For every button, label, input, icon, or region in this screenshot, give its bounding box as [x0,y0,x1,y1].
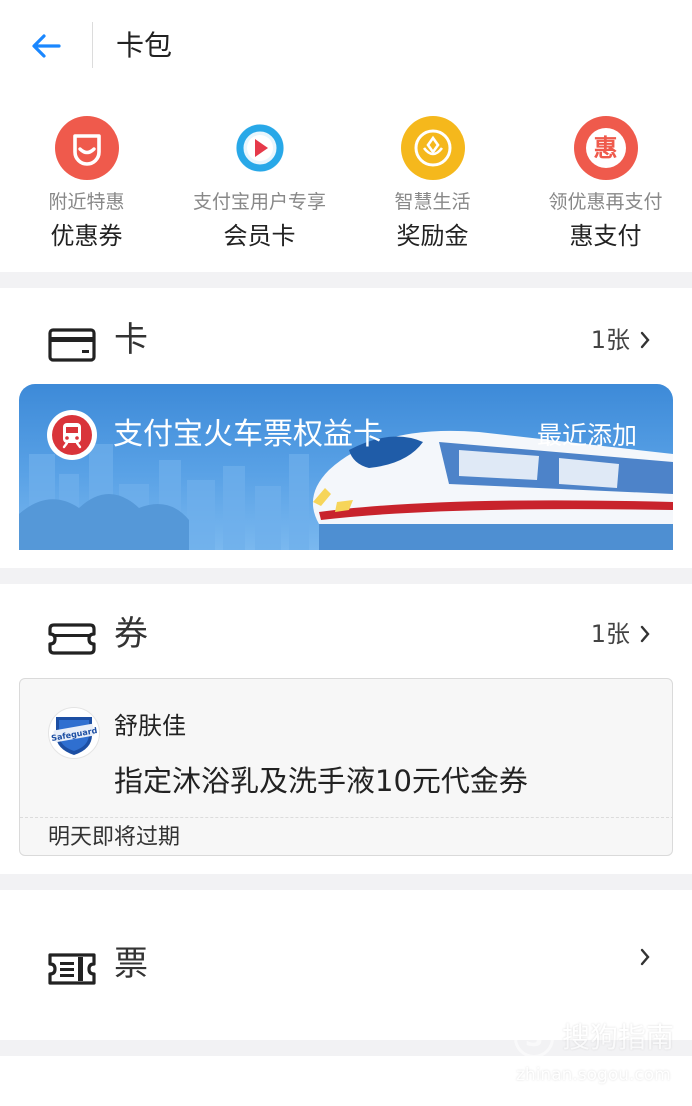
train-illustration [19,430,673,550]
train-card-name: 支付宝火车票权益卡 [113,417,383,452]
hui-badge-icon: 惠 [573,116,638,180]
quick-entry-label: 惠支付 [569,222,642,250]
ticket-icon [48,953,96,985]
quick-entry-hui-pay[interactable]: 惠 领优惠再支付 惠支付 [519,112,692,262]
coupons-section-header[interactable]: 券 1张 [0,604,692,664]
quick-entry-subtitle: 领优惠再支付 [548,191,663,213]
chevron-right-icon [640,948,650,966]
watermark-text: 搜狗指南 [562,1021,675,1054]
chevron-right-icon [640,331,650,349]
train-icon [47,410,97,460]
quick-entry-label: 会员卡 [223,222,296,250]
coupons-count-label: 1张 [590,620,630,648]
safeguard-logo: Safeguard [48,707,100,759]
quick-entry-rewards[interactable]: 智慧生活 奖励金 [346,112,519,262]
arrow-left-icon [32,34,61,58]
coupon-description: 指定沐浴乳及洗手液10元代金券 [114,764,528,798]
cards-section-header[interactable]: 卡 1张 [0,310,692,370]
coupon-separator [20,817,672,818]
coupon-expiry: 明天即将过期 [48,825,181,850]
cards-section-title: 卡 [114,320,148,360]
page-title: 卡包 [116,29,173,62]
quick-entry-label: 优惠券 [50,222,123,250]
coupon-card[interactable]: Safeguard 舒肤佳 指定沐浴乳及洗手液10元代金券 明天即将过期 [19,678,673,856]
watermark: S 搜狗指南 zhinan.sogou.com [512,1014,675,1094]
tickets-section-title: 票 [114,944,148,984]
tickets-section-header[interactable]: 票 [0,934,692,994]
coupons-count: 1张 [591,618,650,650]
chevron-right-icon [640,625,650,643]
sogou-logo-icon: S [514,1018,554,1058]
quick-entries: 附近特惠 优惠券 支付宝用户专享 会员卡 智慧生活 奖励金 惠 领优惠再支付 惠… [0,112,692,262]
watermark-url: zhinan.sogou.com [516,1065,671,1085]
flower-coin-icon [400,116,465,180]
tickets-arrow [640,948,650,966]
cards-count-label: 1张 [590,326,630,354]
cards-count: 1张 [591,324,650,356]
quick-entry-label: 奖励金 [396,222,469,250]
header: 卡包 附近特惠 优惠券 支付宝用户专享 会员卡 智慧生活 奖励金 惠 领优惠再支… [0,0,692,272]
coupon-icon [48,623,96,655]
coupons-section-title: 券 [114,614,148,654]
play-circle-icon [227,116,292,180]
quick-entry-subtitle: 支付宝用户专享 [192,191,326,213]
train-ticket-card[interactable]: 支付宝火车票权益卡 最近添加 [19,384,673,550]
smile-bag-icon [54,116,119,180]
card-icon [48,328,96,362]
quick-entry-membership[interactable]: 支付宝用户专享 会员卡 [173,112,346,262]
cards-panel: 卡 1张 支付宝火车票权益卡 最近添加 [0,288,692,568]
quick-entry-subtitle: 附近特惠 [48,191,125,213]
coupons-panel: 券 1张 Safeguard 舒肤佳 指定沐浴乳及洗手液10元代金券 明天即将过… [0,584,692,874]
quick-entry-coupons[interactable]: 附近特惠 优惠券 [0,112,173,262]
train-card-tag: 最近添加 [536,421,637,450]
coupon-brand: 舒肤佳 [114,712,186,740]
quick-entry-subtitle: 智慧生活 [394,191,471,213]
back-button[interactable] [22,24,70,68]
hui-glyph: 惠 [585,128,626,168]
header-divider [92,22,93,68]
